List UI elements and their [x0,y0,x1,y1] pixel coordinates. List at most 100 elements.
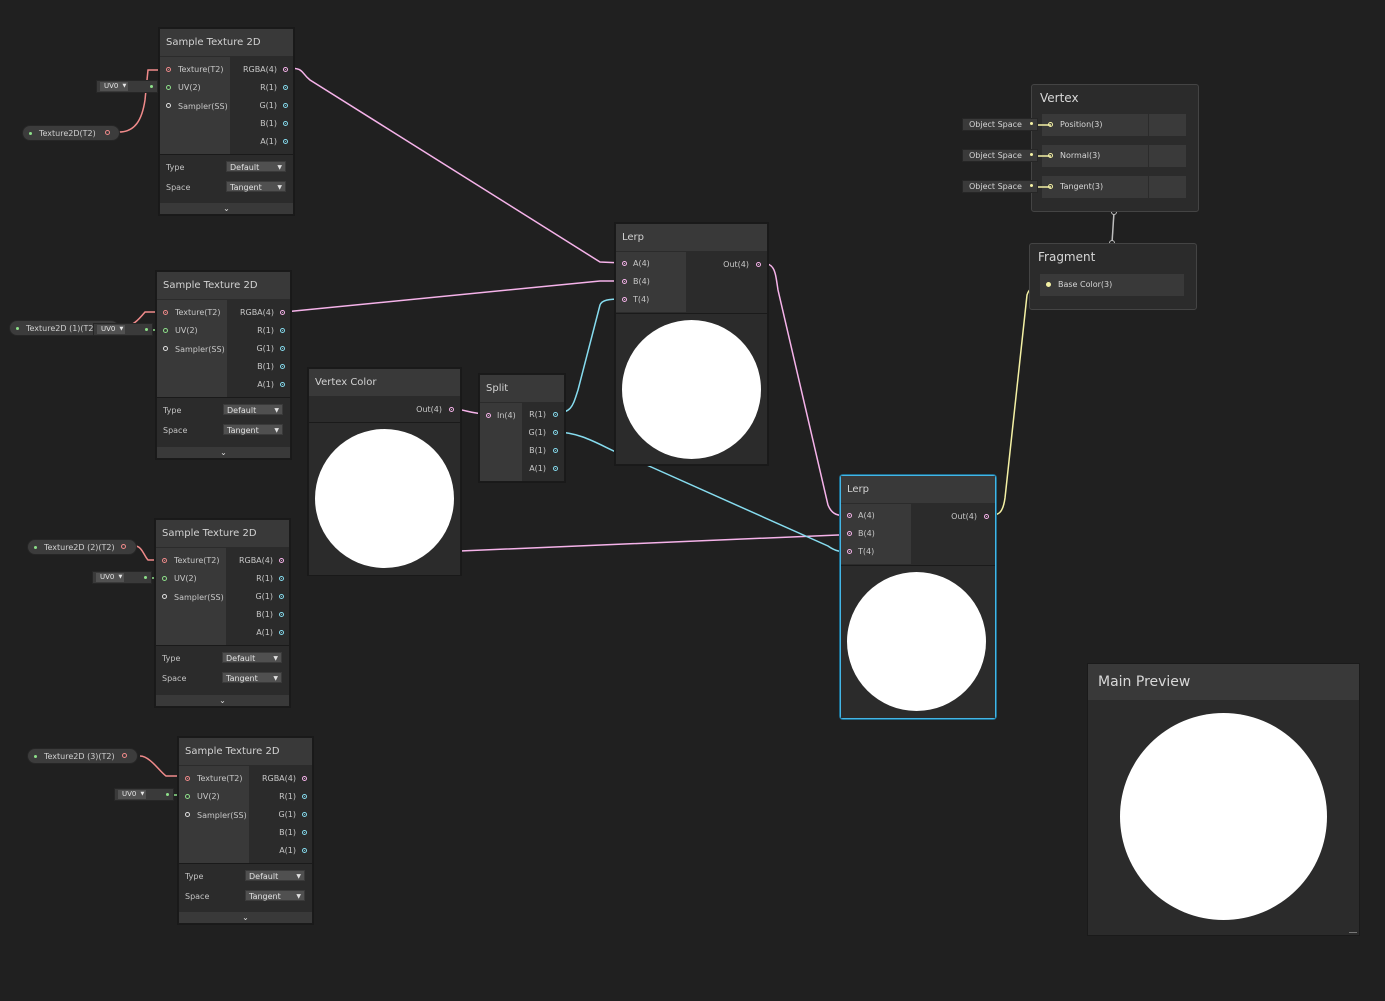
output-port-icon[interactable] [279,612,284,617]
fragment-block[interactable]: Fragment Base Color(3) [1029,243,1197,310]
input-port-icon[interactable] [486,413,491,418]
uv-connector[interactable] [145,328,148,331]
output-port-icon[interactable] [553,430,558,435]
resize-handle[interactable] [1349,932,1357,933]
lerp-node-2[interactable]: Lerp A(4) B(4) T(4) Out(4) [840,475,996,719]
collapse-button[interactable]: ⌄ [160,203,293,214]
input-port-icon[interactable] [185,776,190,781]
collapse-button[interactable]: ⌄ [156,695,289,706]
type-dropdown[interactable]: Default ▼ [223,404,283,415]
vertex-color-node[interactable]: Vertex Color Out(4) [308,368,461,575]
texture-property-4[interactable]: Texture2D (3)(T2) [27,748,138,764]
connector-icon[interactable] [1030,153,1033,156]
collapse-button[interactable]: ⌄ [157,447,290,458]
texture-port-icon[interactable] [105,130,110,135]
output-port-icon[interactable] [279,630,284,635]
output-port-icon[interactable] [283,103,288,108]
tangent-field[interactable]: Tangent(3) [1042,176,1186,198]
uv-input-4[interactable]: UV0 ▼ [114,788,174,801]
collapse-button[interactable]: ⌄ [179,912,312,923]
input-port-icon[interactable] [1046,282,1051,287]
output-port-icon[interactable] [280,346,285,351]
output-port-icon[interactable] [280,310,285,315]
base-color-field[interactable]: Base Color(3) [1040,274,1185,296]
main-preview-window[interactable]: Main Preview [1087,663,1360,936]
input-port-icon[interactable] [847,513,852,518]
object-space-input-tangent[interactable]: Object Space [962,180,1038,193]
sample-texture-2d-node-1[interactable]: Sample Texture 2D Texture(T2) UV(2) Samp… [159,28,294,215]
uv-connector[interactable] [144,576,147,579]
output-port-icon[interactable] [302,830,307,835]
output-port-icon[interactable] [302,794,307,799]
uv-connector[interactable] [150,85,153,88]
output-port-icon[interactable] [302,848,307,853]
output-port-icon[interactable] [280,328,285,333]
chevron-down-icon: ▼ [118,574,123,580]
type-label: Type [166,163,185,172]
uv-dropdown[interactable]: UV0 ▼ [118,790,147,799]
sample-texture-2d-node-3[interactable]: Sample Texture 2D Texture(T2) UV(2) Samp… [155,519,290,707]
texture-port-icon[interactable] [121,544,126,549]
input-port-icon[interactable] [162,558,167,563]
connector-icon[interactable] [1030,122,1033,125]
output-port-icon[interactable] [756,262,761,267]
output-port-icon[interactable] [283,67,288,72]
space-dropdown[interactable]: Tangent ▼ [226,181,286,192]
type-dropdown[interactable]: Default ▼ [245,870,305,881]
input-port-icon[interactable] [162,594,167,599]
position-field[interactable]: Position(3) [1042,114,1186,136]
input-port-icon[interactable] [622,279,627,284]
split-node[interactable]: Split In(4) R(1) G(1) B(1) A(1) [479,374,565,482]
input-port-icon[interactable] [166,103,171,108]
input-port-icon[interactable] [166,85,171,90]
space-dropdown[interactable]: Tangent ▼ [222,672,282,683]
output-port-icon[interactable] [283,85,288,90]
output-port-icon[interactable] [283,121,288,126]
input-port-icon[interactable] [166,67,171,72]
output-port-icon[interactable] [283,139,288,144]
output-port-icon[interactable] [280,382,285,387]
input-port-icon[interactable] [163,328,168,333]
texture-port-icon[interactable] [122,753,127,758]
sample-texture-2d-node-4[interactable]: Sample Texture 2D Texture(T2) UV(2) Samp… [178,737,313,924]
input-port-icon[interactable] [185,794,190,799]
connector-icon[interactable] [1030,184,1033,187]
type-dropdown[interactable]: Default ▼ [226,161,286,172]
output-port-icon[interactable] [553,448,558,453]
input-port-icon[interactable] [163,346,168,351]
normal-field[interactable]: Normal(3) [1042,145,1186,167]
texture-property-3[interactable]: Texture2D (2)(T2) [27,539,137,555]
uv-dropdown[interactable]: UV0 ▼ [97,325,126,334]
uv-input-2[interactable]: UV0 ▼ [93,323,153,336]
lerp-node-1[interactable]: Lerp A(4) B(4) T(4) Out(4) [615,223,768,465]
input-port-icon[interactable] [163,310,168,315]
output-port-icon[interactable] [279,576,284,581]
sample-texture-2d-node-2[interactable]: Sample Texture 2D Texture(T2) UV(2) Samp… [156,271,291,459]
output-port-icon[interactable] [279,594,284,599]
object-space-input-normal[interactable]: Object Space [962,149,1038,162]
output-port-icon[interactable] [553,466,558,471]
output-port-icon[interactable] [553,412,558,417]
input-port-icon[interactable] [622,261,627,266]
uv-dropdown[interactable]: UV0 ▼ [96,573,125,582]
output-port-icon[interactable] [302,776,307,781]
uv-input-1[interactable]: UV0 ▼ [96,80,158,93]
input-port-icon[interactable] [622,297,627,302]
space-dropdown[interactable]: Tangent ▼ [245,890,305,901]
space-dropdown[interactable]: Tangent ▼ [223,424,283,435]
uv-input-3[interactable]: UV0 ▼ [92,571,152,584]
input-port-icon[interactable] [847,549,852,554]
output-port-icon[interactable] [449,407,454,412]
type-dropdown[interactable]: Default ▼ [222,652,282,663]
input-port-icon[interactable] [162,576,167,581]
input-port-icon[interactable] [847,531,852,536]
output-port-icon[interactable] [279,558,284,563]
object-space-input-position[interactable]: Object Space [962,118,1038,131]
output-port-icon[interactable] [302,812,307,817]
texture-property-1[interactable]: Texture2D(T2) [22,125,120,141]
input-port-icon[interactable] [185,812,190,817]
uv-dropdown[interactable]: UV0 ▼ [100,82,129,91]
output-port-icon[interactable] [280,364,285,369]
uv-connector[interactable] [166,793,169,796]
output-port-icon[interactable] [984,514,989,519]
